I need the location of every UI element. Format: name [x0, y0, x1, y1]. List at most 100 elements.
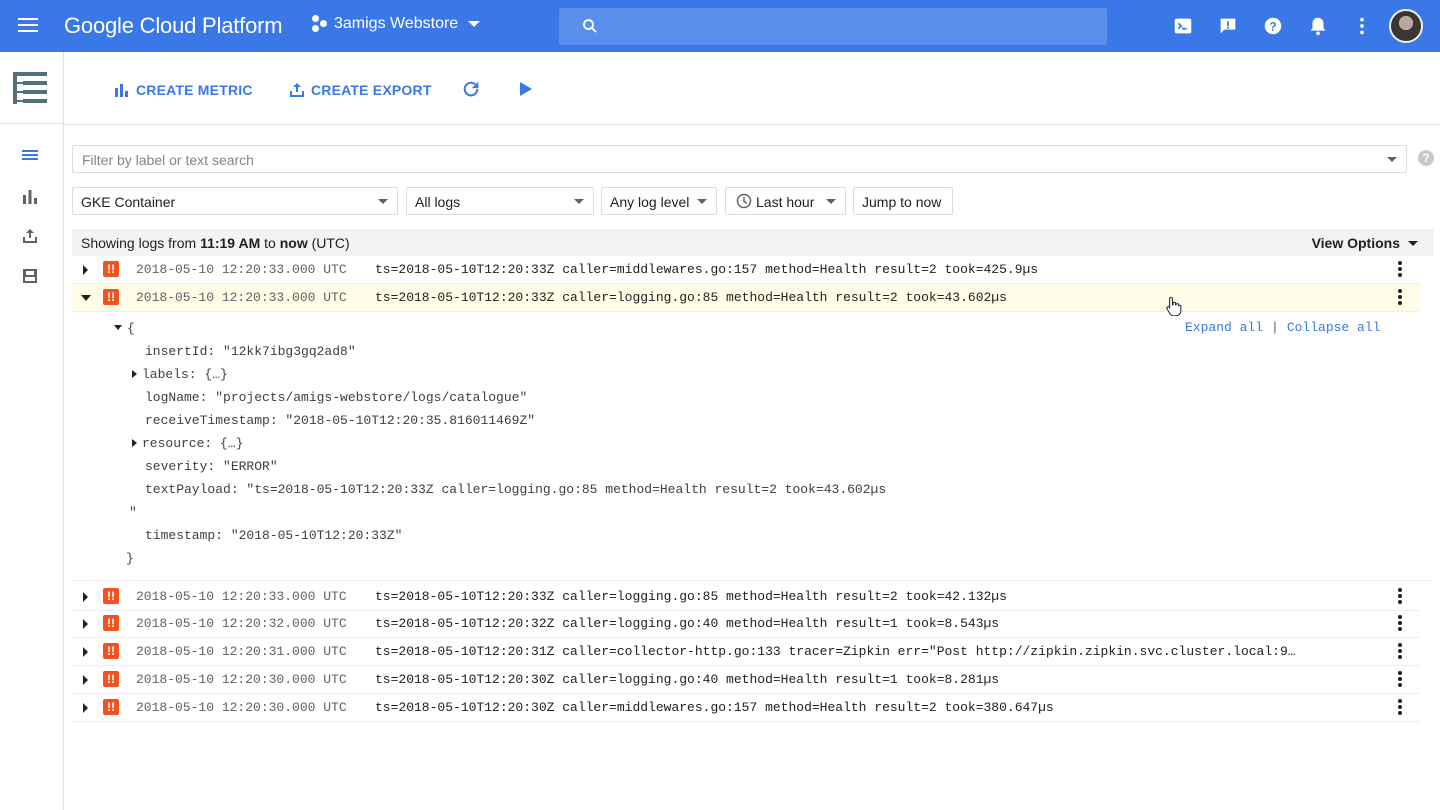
jump-to-now-button[interactable]: Jump to now [853, 187, 953, 215]
upload-icon [290, 83, 304, 97]
json-text-payload-end: " [129, 505, 137, 520]
svg-text:?: ? [1269, 20, 1276, 34]
create-metric-button[interactable]: CREATE METRIC [114, 80, 253, 100]
cloud-shell-icon[interactable] [1172, 15, 1194, 37]
log-entry-row[interactable]: !! 2018-05-10 12:20:33.000 UTC ts=2018-0… [72, 583, 1420, 611]
log-range-to: now [279, 235, 308, 251]
logging-product-icon[interactable] [13, 72, 47, 104]
brand-title[interactable]: Google Cloud Platform [64, 13, 283, 39]
expand-all-link[interactable]: Expand all [1185, 320, 1263, 335]
collapse-all-link[interactable]: Collapse all [1287, 320, 1381, 335]
project-name: 3amigs Webstore [334, 15, 459, 32]
avatar[interactable] [1389, 9, 1423, 43]
project-selector[interactable]: 3amigs Webstore [310, 15, 481, 33]
expand-arrow-icon[interactable] [83, 703, 88, 713]
more-vert-icon[interactable] [1398, 615, 1402, 633]
log-entry-detail: { insertId: "12kk7ibg3gq2ad8" labels: {…… [72, 310, 1434, 581]
log-level-selector-value: Any log level [610, 194, 690, 210]
resource-selector[interactable]: GKE Container [72, 187, 398, 215]
notifications-bell-icon[interactable] [1307, 15, 1329, 37]
filter-help-icon[interactable]: ? [1418, 150, 1434, 166]
log-timestamp: 2018-05-10 12:20:31.000 UTC [136, 644, 347, 659]
time-range-selector-value: Last hour [756, 194, 815, 210]
feedback-icon[interactable] [1217, 15, 1239, 37]
refresh-icon[interactable] [460, 78, 482, 100]
expand-arrow-icon[interactable] [83, 675, 88, 685]
create-export-label: CREATE EXPORT [311, 82, 432, 98]
filter-input[interactable] [82, 150, 1372, 170]
log-range-prefix: Showing logs from [81, 235, 201, 251]
more-vert-icon[interactable] [1398, 261, 1402, 279]
error-severity-icon: !! [103, 671, 119, 687]
more-vert-icon[interactable] [1398, 699, 1402, 717]
json-labels[interactable]: labels: {…} [132, 367, 228, 382]
log-entry-row-expanded[interactable]: !! 2018-05-10 12:20:33.000 UTC ts=2018-0… [72, 284, 1420, 312]
more-vert-icon[interactable] [1398, 289, 1402, 307]
resource-usage-icon[interactable] [20, 266, 40, 286]
log-level-selector[interactable]: Any log level [601, 187, 717, 215]
log-entry-row[interactable]: !! 2018-05-10 12:20:33.000 UTC ts=2018-0… [72, 256, 1420, 284]
clock-icon [736, 193, 752, 209]
chevron-down-icon [1408, 240, 1418, 246]
error-severity-icon: !! [103, 261, 119, 277]
top-app-bar: Google Cloud Platform 3amigs Webstore ? [0, 0, 1440, 52]
error-severity-icon: !! [103, 643, 119, 659]
json-root[interactable]: { [114, 321, 135, 336]
time-range-selector[interactable]: Last hour [725, 187, 846, 215]
help-icon[interactable]: ? [1262, 15, 1284, 37]
resource-selector-value: GKE Container [81, 194, 176, 210]
filter-box[interactable] [72, 145, 1407, 173]
log-entry-row[interactable]: !! 2018-05-10 12:20:30.000 UTC ts=2018-0… [72, 666, 1420, 694]
log-name-selector[interactable]: All logs [406, 187, 594, 215]
expand-arrow-icon[interactable] [83, 592, 88, 602]
more-vert-icon[interactable] [1398, 588, 1402, 606]
log-entry-row[interactable]: !! 2018-05-10 12:20:32.000 UTC ts=2018-0… [72, 610, 1420, 638]
log-message: ts=2018-05-10T12:20:33Z caller=logging.g… [375, 290, 1007, 305]
json-close-brace: } [126, 551, 134, 566]
more-vert-icon[interactable] [1351, 15, 1373, 37]
log-name-selector-value: All logs [415, 194, 461, 210]
exports-upload-icon[interactable] [20, 226, 40, 246]
action-toolbar: CREATE METRIC CREATE EXPORT [64, 52, 1440, 125]
json-receive-timestamp: receiveTimestamp: "2018-05-10T12:20:35.8… [145, 413, 536, 428]
error-severity-icon: !! [103, 588, 119, 604]
search-input[interactable] [615, 8, 1095, 45]
collapse-arrow-icon[interactable] [114, 325, 122, 330]
view-options-label: View Options [1311, 235, 1400, 251]
error-severity-icon: !! [103, 699, 119, 715]
json-open-brace: { [127, 321, 135, 336]
rail-header [0, 52, 64, 124]
json-timestamp: timestamp: "2018-05-10T12:20:33Z" [145, 528, 403, 543]
json-severity: severity: "ERROR" [145, 459, 278, 474]
log-timestamp: 2018-05-10 12:20:33.000 UTC [136, 290, 347, 305]
expand-arrow-icon[interactable] [83, 647, 88, 657]
view-options-button[interactable]: View Options [1312, 235, 1418, 251]
logs-list-icon[interactable] [20, 146, 40, 166]
create-export-button[interactable]: CREATE EXPORT [289, 80, 432, 100]
json-resource-text: resource: {…} [142, 436, 244, 451]
more-vert-icon[interactable] [1398, 671, 1402, 689]
json-log-name: logName: "projects/amigs-webstore/logs/c… [145, 390, 528, 405]
metrics-bar-chart-icon[interactable] [20, 187, 40, 207]
expand-arrow-icon[interactable] [132, 439, 137, 447]
chevron-down-icon[interactable] [1387, 157, 1397, 162]
more-vert-icon[interactable] [1398, 643, 1402, 661]
json-text-payload: textPayload: "ts=2018-05-10T12:20:33Z ca… [145, 482, 887, 497]
expand-arrow-icon[interactable] [83, 265, 88, 275]
left-nav-rail [0, 52, 64, 810]
play-stream-icon[interactable] [516, 80, 534, 98]
menu-icon[interactable] [16, 14, 40, 38]
log-entry-row[interactable]: !! 2018-05-10 12:20:30.000 UTC ts=2018-0… [72, 694, 1420, 722]
json-resource[interactable]: resource: {…} [132, 436, 243, 451]
log-range-suffix: (UTC) [307, 235, 350, 251]
chevron-down-icon [697, 199, 707, 204]
json-labels-text: labels: {…} [142, 367, 228, 382]
collapse-arrow-icon[interactable] [81, 295, 91, 301]
search-bar[interactable] [559, 8, 1107, 45]
expand-arrow-icon[interactable] [132, 370, 137, 378]
log-entry-row[interactable]: !! 2018-05-10 12:20:31.000 UTC ts=2018-0… [72, 638, 1420, 666]
expand-arrow-icon[interactable] [83, 619, 88, 629]
chevron-down-icon [826, 199, 836, 204]
bar-chart-icon [115, 84, 128, 97]
log-message: ts=2018-05-10T12:20:33Z caller=logging.g… [375, 589, 1007, 604]
